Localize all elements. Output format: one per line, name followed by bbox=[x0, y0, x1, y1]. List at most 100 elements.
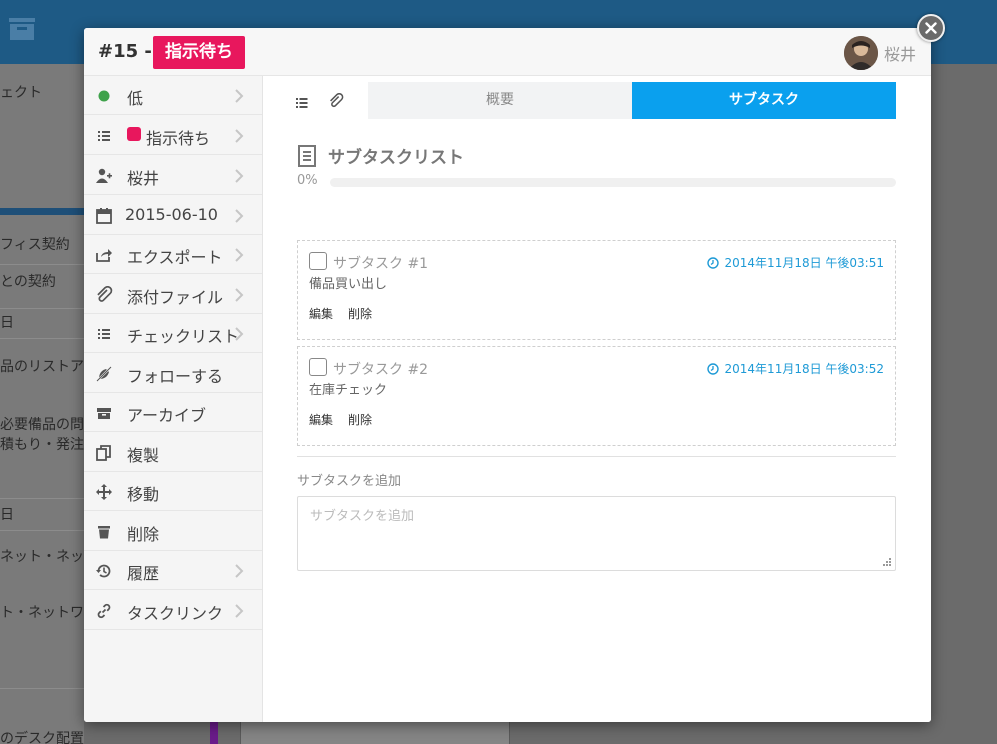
sidebar-item-label: 桜井 bbox=[127, 169, 160, 188]
progress-bar bbox=[330, 178, 896, 187]
background-progress-bar bbox=[0, 208, 84, 215]
subtask-name: サブタスク #2 bbox=[333, 362, 429, 378]
background-card bbox=[240, 722, 510, 744]
sidebar-item-checklist[interactable]: チェックリスト bbox=[84, 314, 262, 353]
background-row: フィス契約 bbox=[0, 237, 70, 253]
background-divider bbox=[0, 688, 84, 689]
sidebar-item-label: アーカイブ bbox=[127, 406, 207, 425]
paperclip-icon[interactable] bbox=[328, 93, 344, 109]
history-icon bbox=[96, 564, 111, 578]
background-divider bbox=[0, 264, 84, 265]
link-icon bbox=[97, 603, 111, 619]
tab-overview[interactable]: 概要 bbox=[368, 82, 632, 119]
subtask-checkbox[interactable] bbox=[309, 252, 327, 270]
sidebar-item-label: 添付ファイル bbox=[127, 288, 224, 307]
trash-icon bbox=[98, 526, 110, 539]
chevron-right-icon bbox=[235, 169, 244, 183]
subtask-card: サブタスク #1 2014年11月18日 午後03:51 備品買い出し 編集 削… bbox=[297, 240, 896, 340]
modal-header: #15 - 指示待ち 桜井 bbox=[84, 28, 931, 76]
task-sidebar: 低 指示待ち 桜井 2015-06-10 エクスポート 添付ファイル チェックリ… bbox=[84, 76, 263, 722]
subtask-date: 2014年11月18日 午後03:52 bbox=[706, 360, 884, 377]
subtask-list-title: サブタスクリスト bbox=[328, 148, 464, 168]
owner-name: 桜井 bbox=[884, 45, 917, 64]
background-row: のデスク配置設計 bbox=[0, 731, 84, 744]
sidebar-item-label: エクスポート bbox=[127, 248, 223, 267]
sidebar-item-label: 履歴 bbox=[127, 564, 160, 583]
task-number: #15 - bbox=[98, 41, 152, 62]
task-content: 概要 サブタスク サブタスクリスト 0% サブタスク #1 2014年11月18… bbox=[263, 76, 931, 722]
list-icon bbox=[98, 131, 110, 141]
sidebar-item-export[interactable]: エクスポート bbox=[84, 235, 262, 274]
subtask-card: サブタスク #2 2014年11月18日 午後03:52 在庫チェック 編集 削… bbox=[297, 346, 896, 446]
edit-subtask-button[interactable]: 編集 bbox=[309, 305, 333, 322]
sidebar-item-duplicate[interactable]: 複製 bbox=[84, 433, 262, 472]
tab-bar: 概要 サブタスク bbox=[368, 82, 896, 119]
background-row: ネット・ネッ bbox=[0, 549, 84, 565]
sidebar-item-follow[interactable]: フォローする bbox=[84, 354, 262, 393]
close-icon bbox=[925, 22, 937, 34]
user-add-icon bbox=[96, 168, 112, 183]
subtask-checkbox[interactable] bbox=[309, 358, 327, 376]
export-icon bbox=[96, 249, 112, 262]
sidebar-item-delete[interactable]: 削除 bbox=[84, 512, 262, 551]
sidebar-item-label: フォローする bbox=[127, 367, 224, 386]
background-divider bbox=[0, 530, 84, 531]
subtask-date-text: 2014年11月18日 午後03:51 bbox=[724, 256, 884, 270]
sidebar-item-label: 2015-06-10 bbox=[125, 205, 218, 224]
list-view-icon[interactable] bbox=[296, 97, 308, 109]
subtask-name: サブタスク #1 bbox=[333, 256, 429, 272]
calendar-icon bbox=[96, 208, 112, 224]
sidebar-item-archive[interactable]: アーカイブ bbox=[84, 393, 262, 432]
section-divider bbox=[297, 456, 896, 457]
chevron-right-icon bbox=[235, 129, 244, 143]
priority-dot-icon bbox=[98, 90, 110, 102]
tab-subtask[interactable]: サブタスク bbox=[632, 82, 896, 119]
sidebar-item-label: チェックリスト bbox=[127, 327, 240, 346]
chevron-right-icon bbox=[235, 248, 244, 262]
background-row: 日 bbox=[0, 315, 14, 331]
status-badge[interactable]: 指示待ち bbox=[153, 36, 245, 69]
edit-subtask-button[interactable]: 編集 bbox=[309, 411, 333, 428]
sidebar-item-label: 複製 bbox=[127, 446, 160, 465]
sidebar-item-task-link[interactable]: タスクリンク bbox=[84, 591, 262, 630]
background-row: 必要備品の問 bbox=[0, 417, 84, 433]
avatar-photo-icon bbox=[844, 36, 878, 70]
sidebar-item-history[interactable]: 履歴 bbox=[84, 551, 262, 590]
background-divider bbox=[0, 338, 84, 339]
sidebar-item-attachments[interactable]: 添付ファイル bbox=[84, 275, 262, 314]
sidebar-item-status[interactable]: 指示待ち bbox=[84, 116, 262, 155]
checklist-icon bbox=[98, 329, 110, 339]
chevron-right-icon bbox=[235, 604, 244, 618]
add-subtask-input[interactable] bbox=[297, 496, 896, 571]
delete-subtask-button[interactable]: 削除 bbox=[348, 411, 372, 428]
status-color-swatch bbox=[127, 127, 141, 141]
chevron-right-icon bbox=[235, 288, 244, 302]
avatar[interactable] bbox=[844, 36, 878, 70]
chevron-right-icon bbox=[235, 327, 244, 341]
clock-icon bbox=[706, 363, 719, 375]
resize-grip-icon[interactable] bbox=[882, 557, 892, 567]
sidebar-item-assignee[interactable]: 桜井 bbox=[84, 156, 262, 195]
task-detail-modal: #15 - 指示待ち 桜井 低 指示待ち 桜井 2015-06-10 エクスポー… bbox=[84, 28, 931, 722]
duplicate-icon bbox=[96, 445, 111, 461]
delete-subtask-button[interactable]: 削除 bbox=[348, 305, 372, 322]
sidebar-item-label: 移動 bbox=[127, 485, 160, 504]
background-row: との契約 bbox=[0, 274, 56, 290]
background-divider bbox=[0, 308, 84, 309]
sidebar-item-priority[interactable]: 低 bbox=[84, 76, 262, 115]
progress-label: 0% bbox=[297, 173, 318, 188]
paperclip-icon bbox=[97, 286, 113, 302]
background-task-list: ェクト フィス契約 との契約 日 品のリストア 必要備品の問 積もり・発注 日 … bbox=[0, 64, 84, 744]
background-label-bar bbox=[210, 722, 218, 744]
chevron-right-icon bbox=[235, 564, 244, 578]
sidebar-item-due-date[interactable]: 2015-06-10 bbox=[84, 196, 262, 235]
background-row: 日 bbox=[0, 507, 14, 523]
close-modal-button[interactable] bbox=[917, 14, 945, 42]
add-subtask-label: サブタスクを追加 bbox=[297, 474, 402, 489]
sidebar-item-label: 低 bbox=[127, 89, 144, 108]
move-icon bbox=[96, 484, 112, 500]
archive-icon bbox=[97, 408, 111, 419]
sidebar-item-label: タスクリンク bbox=[127, 604, 224, 623]
chevron-right-icon bbox=[235, 209, 244, 223]
sidebar-item-move[interactable]: 移動 bbox=[84, 472, 262, 511]
